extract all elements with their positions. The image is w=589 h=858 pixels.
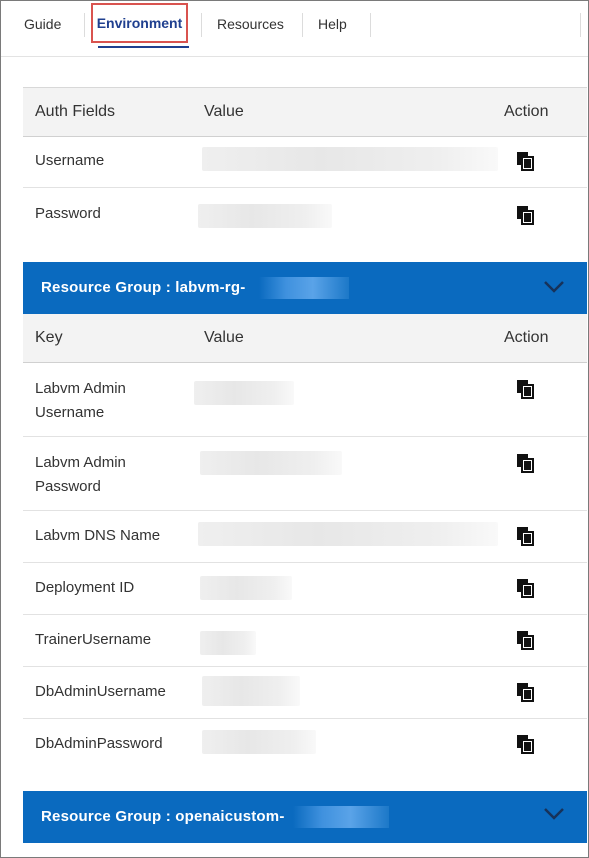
redacted-value [200, 451, 342, 475]
resource-group-header[interactable]: Resource Group : labvm-rg- [23, 262, 587, 314]
redacted-value [198, 522, 498, 546]
tab-resources[interactable]: Resources [217, 1, 284, 49]
auth-table-header: Auth Fields Value Action [23, 87, 587, 137]
redacted-value [202, 147, 498, 171]
table-row: Labvm Admin Username [23, 363, 587, 437]
resource-table-header: Key Value Action [23, 314, 587, 363]
row-key: Labvm Admin Username [35, 380, 126, 421]
chevron-down-icon[interactable] [543, 807, 565, 821]
value-header: Value [204, 103, 244, 120]
redacted-value [194, 381, 294, 405]
row-key: Deployment ID [35, 579, 135, 596]
redacted-value [259, 277, 349, 299]
copy-icon[interactable] [516, 151, 536, 171]
row-key: DbAdminUsername [35, 683, 166, 700]
table-row: Username [23, 136, 587, 188]
tab-divider [580, 13, 581, 37]
row-key: Password [35, 205, 101, 222]
table-row: DbAdminPassword [23, 719, 587, 770]
copy-icon[interactable] [516, 578, 536, 598]
row-key: Username [35, 152, 105, 169]
resource-group-title: Resource Group : labvm-rg- [41, 279, 246, 296]
environment-panel: Guide Environment Resources Help Auth Fi… [0, 0, 589, 858]
active-tab-indicator [98, 46, 189, 48]
key-header: Key [35, 329, 63, 346]
redacted-value [202, 730, 316, 754]
table-row: Labvm DNS Name [23, 511, 587, 563]
tab-divider [84, 13, 85, 37]
tab-help[interactable]: Help [318, 1, 347, 49]
tab-divider [370, 13, 371, 37]
table-row: DbAdminUsername [23, 667, 587, 719]
tab-divider [302, 13, 303, 37]
table-row: Labvm Admin Password [23, 437, 587, 511]
redacted-value [200, 576, 292, 600]
auth-table: Auth Fields Value Action Username Passwo… [23, 87, 587, 261]
row-key: Labvm Admin Password [35, 454, 126, 495]
tab-guide[interactable]: Guide [24, 1, 61, 49]
copy-icon[interactable] [516, 734, 536, 754]
copy-icon[interactable] [516, 205, 536, 225]
copy-icon[interactable] [516, 379, 536, 399]
resource-group-table: Key Value Action Labvm Admin Username La… [23, 314, 587, 770]
resource-group-title: Resource Group : openaicustom- [41, 808, 285, 825]
redacted-value [198, 204, 332, 228]
value-header: Value [204, 329, 244, 346]
row-key: Labvm DNS Name [35, 527, 161, 544]
row-key: DbAdminPassword [35, 735, 163, 752]
tab-bar: Guide Environment Resources Help [1, 1, 588, 57]
resource-group-header[interactable]: Resource Group : openaicustom- [23, 791, 587, 843]
table-row: Password [23, 188, 587, 261]
tab-divider [201, 13, 202, 37]
auth-fields-header: Auth Fields [35, 103, 116, 120]
redacted-value [200, 631, 256, 655]
action-header: Action [504, 103, 549, 120]
redacted-value [202, 676, 300, 706]
chevron-down-icon[interactable] [543, 280, 565, 294]
copy-icon[interactable] [516, 526, 536, 546]
table-row: TrainerUsername [23, 615, 587, 667]
row-key: TrainerUsername [35, 631, 152, 648]
copy-icon[interactable] [516, 630, 536, 650]
redacted-value [293, 806, 389, 828]
action-header: Action [504, 329, 549, 346]
copy-icon[interactable] [516, 453, 536, 473]
tab-environment[interactable]: Environment [91, 3, 188, 43]
table-row: Deployment ID [23, 563, 587, 615]
copy-icon[interactable] [516, 682, 536, 702]
